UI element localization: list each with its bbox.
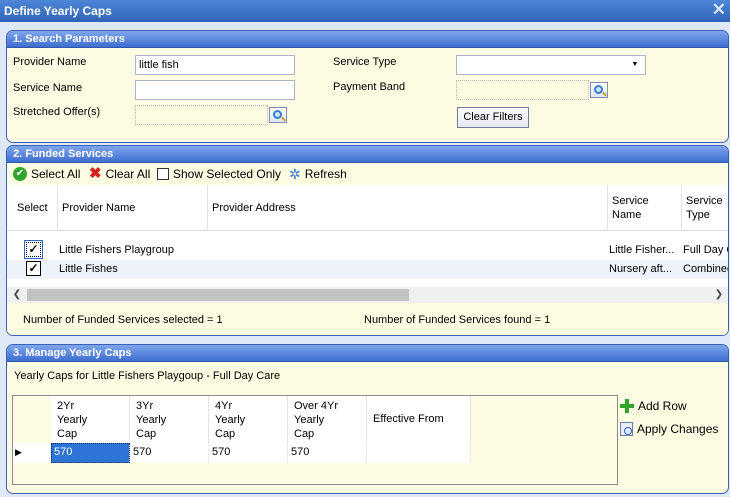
- service-name-label: Service Name: [13, 82, 83, 94]
- caps-row[interactable]: 570 570 570 570: [51, 443, 471, 463]
- apply-changes-label: Apply Changes: [637, 422, 719, 436]
- show-selected-only-checkbox[interactable]: Show Selected Only: [157, 167, 281, 181]
- funded-selected-count: Number of Funded Services selected = 1: [23, 314, 223, 326]
- provider-name-label: Provider Name: [13, 56, 87, 68]
- clear-all-button[interactable]: ✖ Clear All: [89, 165, 151, 182]
- cell-provider-name: Little Fishes: [59, 263, 118, 275]
- chevron-down-icon[interactable]: ▼: [627, 57, 643, 73]
- checkbox-icon[interactable]: [157, 168, 169, 180]
- check-circle-icon: ✔: [13, 167, 27, 181]
- cell-2yr-cap[interactable]: 570: [51, 443, 130, 463]
- cell-provider-name: Little Fishers Playgroup: [59, 244, 174, 256]
- add-row-label: Add Row: [638, 399, 687, 413]
- column-header-over-4yr-cap[interactable]: Over 4Yr Yearly Cap: [288, 396, 367, 443]
- stretched-offer-search-icon[interactable]: [269, 107, 287, 123]
- clear-all-label: Clear All: [105, 167, 151, 181]
- caps-subtitle: Yearly Caps for Little Fishers Playgoup …: [14, 370, 281, 382]
- select-all-button[interactable]: ✔ Select All: [13, 167, 80, 181]
- row-select-checkbox[interactable]: ✓: [24, 240, 43, 259]
- column-header-2yr-cap[interactable]: 2Yr Yearly Cap: [51, 396, 130, 443]
- service-type-label: Service Type: [333, 56, 397, 68]
- grid-header: Select Provider Name Provider Address Se…: [7, 185, 728, 231]
- payment-band-search-icon[interactable]: [590, 82, 608, 98]
- grid-footer: Number of Funded Services selected = 1 N…: [7, 303, 728, 335]
- refresh-icon: ✲: [289, 166, 301, 182]
- cell-service-type: Combined: [683, 263, 729, 275]
- refresh-label: Refresh: [304, 167, 347, 181]
- yearly-caps-grid: 2Yr Yearly Cap 3Yr Yearly Cap 4Yr Yearly…: [12, 395, 618, 485]
- column-header-service-type[interactable]: Service Type: [681, 185, 728, 231]
- cell-service-name: Nursery aft...: [609, 263, 672, 275]
- show-selected-only-label: Show Selected Only: [173, 167, 282, 181]
- provider-name-input[interactable]: little fish: [135, 55, 295, 75]
- window-title: Define Yearly Caps: [4, 4, 112, 18]
- column-header-provider-address[interactable]: Provider Address: [207, 185, 607, 231]
- cell-over-4yr-cap[interactable]: 570: [288, 443, 367, 463]
- row-select-checkbox[interactable]: ✓: [26, 261, 41, 276]
- table-row[interactable]: ✓ Little Fishers Playgroup Little Fisher…: [7, 240, 728, 260]
- row-pointer-icon: ▶: [15, 447, 22, 457]
- column-header-service-name[interactable]: Service Name: [607, 185, 681, 231]
- column-header-provider-name[interactable]: Provider Name: [57, 185, 207, 231]
- payment-band-label: Payment Band: [333, 81, 406, 93]
- refresh-button[interactable]: ✲ Refresh: [289, 167, 347, 181]
- column-header-select[interactable]: Select: [7, 185, 57, 231]
- add-row-button[interactable]: Add Row: [620, 399, 687, 413]
- cell-3yr-cap[interactable]: 570: [130, 443, 209, 463]
- apply-changes-button[interactable]: Apply Changes: [620, 422, 718, 436]
- table-row[interactable]: ✓ Little Fishes Nursery aft... Combined: [7, 260, 728, 279]
- funded-services-panel: 2. Funded Services ✔ Select All ✖ Clear …: [6, 145, 729, 336]
- add-icon: [620, 399, 634, 413]
- funded-services-grid: Select Provider Name Provider Address Se…: [7, 185, 728, 335]
- window-titlebar: Define Yearly Caps ✕: [0, 0, 730, 22]
- funded-services-toolbar: ✔ Select All ✖ Clear All Show Selected O…: [7, 163, 728, 185]
- manage-yearly-caps-header[interactable]: 3. Manage Yearly Caps: [7, 345, 728, 362]
- cell-effective-from[interactable]: [367, 443, 471, 463]
- cell-service-type: Full Day C: [683, 244, 728, 256]
- column-header-3yr-cap[interactable]: 3Yr Yearly Cap: [130, 396, 209, 443]
- service-name-input[interactable]: [135, 80, 295, 100]
- cell-service-name: Little Fisher...: [609, 244, 675, 256]
- funded-services-header[interactable]: 2. Funded Services: [7, 146, 728, 163]
- search-parameters-header[interactable]: 1. Search Parameters: [7, 31, 728, 48]
- column-header-4yr-cap[interactable]: 4Yr Yearly Cap: [209, 396, 288, 443]
- stretched-offer-input[interactable]: [135, 105, 268, 125]
- search-parameters-panel: 1. Search Parameters Provider Name littl…: [6, 30, 729, 143]
- red-x-icon: ✖: [89, 165, 102, 182]
- payment-band-input[interactable]: [456, 80, 589, 100]
- column-header-effective-from[interactable]: Effective From: [367, 396, 471, 443]
- scroll-right-icon[interactable]: ❯: [711, 287, 727, 303]
- stretched-offer-label: Stretched Offer(s): [13, 106, 101, 118]
- manage-yearly-caps-panel: 3. Manage Yearly Caps Yearly Caps for Li…: [6, 344, 729, 494]
- scroll-thumb[interactable]: [27, 289, 409, 301]
- row-indicator: ▶: [13, 443, 51, 463]
- close-icon[interactable]: ✕: [712, 1, 726, 19]
- apply-icon: [620, 422, 633, 436]
- horizontal-scrollbar[interactable]: ❮ ❯: [7, 287, 728, 303]
- clear-filters-button[interactable]: Clear Filters: [457, 107, 529, 128]
- select-all-label: Select All: [31, 167, 81, 181]
- cell-4yr-cap[interactable]: 570: [209, 443, 288, 463]
- service-type-select[interactable]: ▼: [456, 55, 646, 75]
- funded-found-count: Number of Funded Services found = 1: [364, 314, 551, 326]
- scroll-left-icon[interactable]: ❮: [9, 287, 25, 303]
